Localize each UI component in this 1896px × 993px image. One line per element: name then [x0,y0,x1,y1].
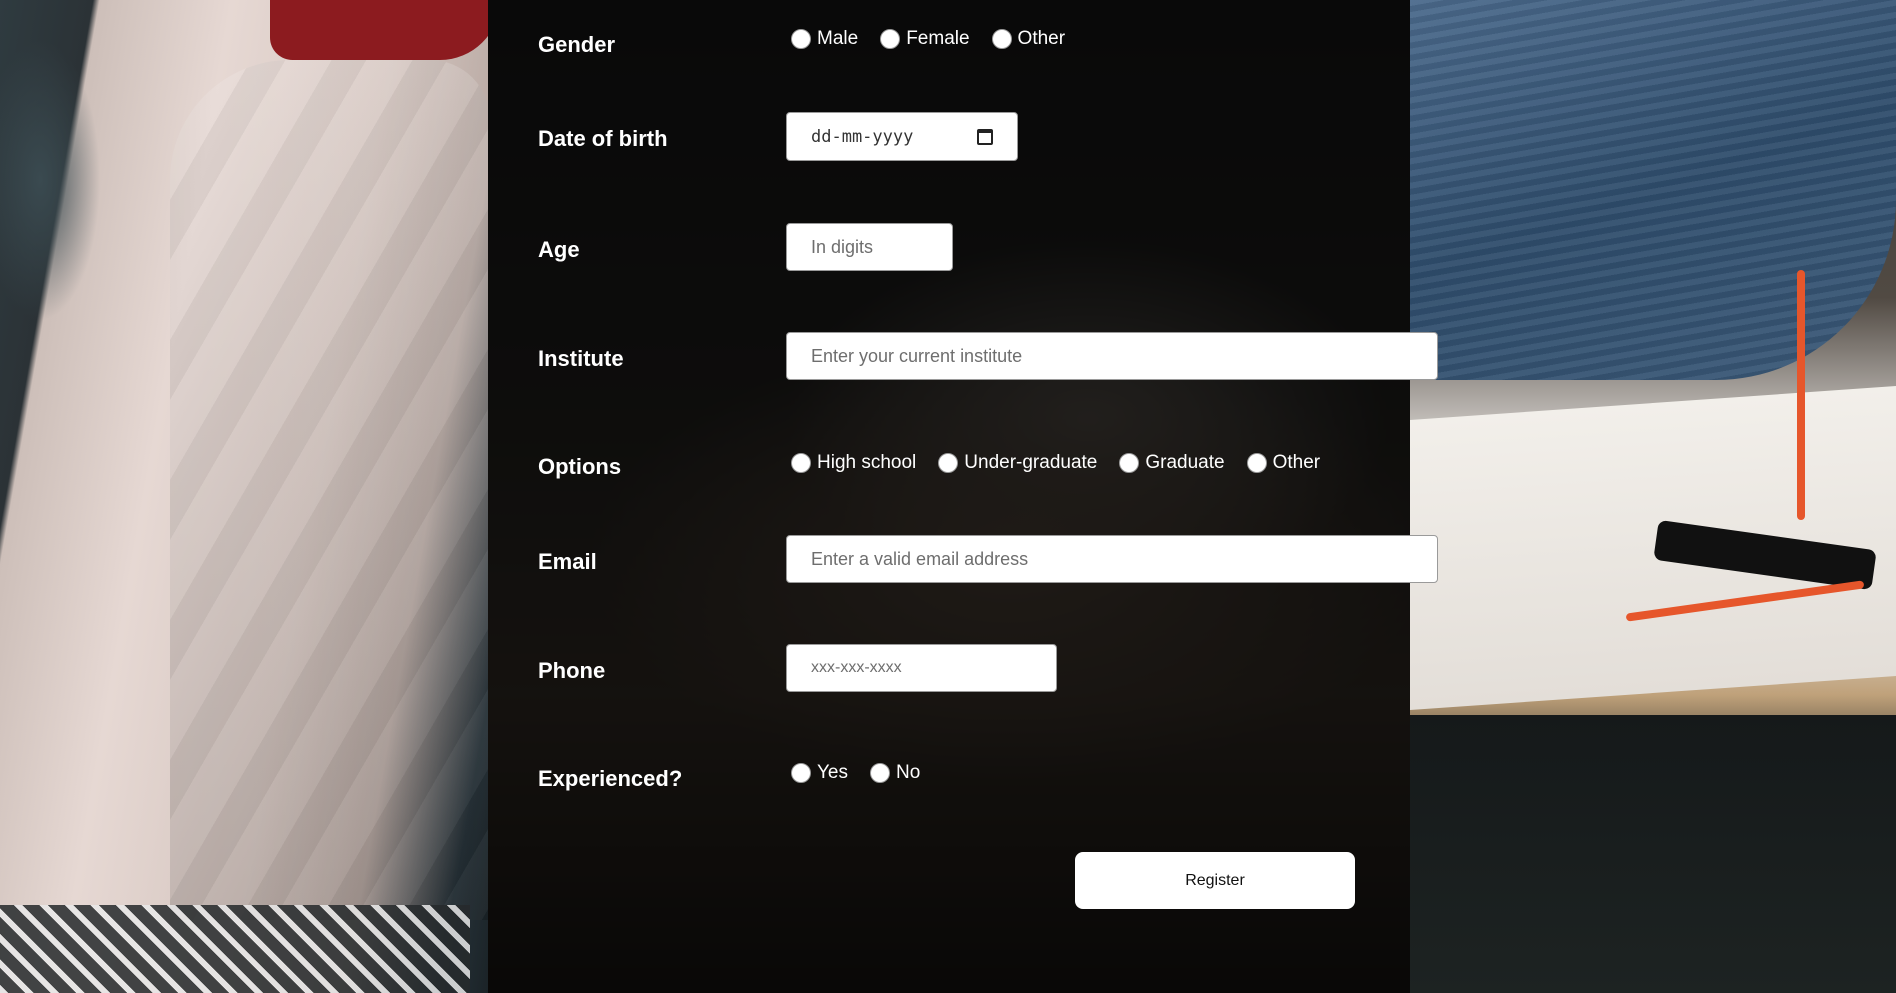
gender-radio-group: Male Female Other [791,28,1087,50]
radio-button[interactable] [880,29,901,49]
education-radio-group: High school Under-graduate Graduate Othe… [791,452,1342,474]
options-label: Options [538,454,622,479]
phone-row: Phone [538,644,1378,692]
background-pencil-upright [1797,270,1805,520]
radio-label: Other [1017,28,1066,49]
calendar-icon[interactable] [977,128,993,145]
background-sweater [0,905,470,993]
phone-input[interactable] [786,644,1057,692]
radio-button[interactable] [991,29,1012,49]
experienced-radio-group: Yes No [791,762,942,784]
phone-label: Phone [538,658,606,683]
radio-button[interactable] [791,29,811,49]
option-high-school[interactable]: High school [791,452,916,474]
dob-placeholder: dd-mm-yyyy [811,126,914,147]
experienced-option-yes[interactable]: Yes [791,762,848,784]
radio-button[interactable] [791,763,811,783]
gender-row: Gender Male Female Other [538,20,1378,68]
email-row: Email [538,535,1438,583]
gender-option-other[interactable]: Other [991,28,1066,50]
radio-label: Female [906,28,970,49]
dob-label: Date of birth [538,126,668,151]
background-table-edge [1410,715,1896,993]
radio-button[interactable] [938,453,959,473]
option-under-graduate[interactable]: Under-graduate [938,452,1097,474]
radio-label: No [896,762,921,783]
institute-label: Institute [538,346,624,371]
age-row: Age [538,223,1378,271]
radio-button[interactable] [1246,453,1267,473]
gender-option-female[interactable]: Female [880,28,970,50]
radio-label: Under-graduate [964,452,1098,473]
radio-button[interactable] [1119,453,1140,473]
age-input[interactable] [786,223,953,271]
radio-button[interactable] [791,453,811,473]
background-shirt [170,60,490,920]
registration-form: Gender Male Female Other Date of birth d… [488,0,1438,993]
options-row: Options High school Under-graduate Gradu… [538,452,1378,500]
gender-option-male[interactable]: Male [791,28,858,50]
radio-label: High school [817,452,917,473]
email-label: Email [538,549,597,574]
dob-input[interactable]: dd-mm-yyyy [786,112,1018,161]
radio-label: Other [1272,452,1321,473]
experienced-row: Experienced? Yes No [538,762,1378,810]
age-label: Age [538,237,580,262]
gender-label: Gender [538,32,616,57]
background-scarf [270,0,500,60]
experienced-label: Experienced? [538,766,683,791]
background-jeans [1410,0,1896,380]
experienced-option-no[interactable]: No [870,762,920,784]
option-other[interactable]: Other [1246,452,1321,474]
dob-row: Date of birth dd-mm-yyyy [538,112,1378,161]
institute-row: Institute [538,332,1438,380]
institute-input[interactable] [786,332,1438,380]
radio-label: Male [817,28,859,49]
email-input[interactable] [786,535,1438,583]
radio-label: Yes [817,762,848,783]
form-panel: Gender Male Female Other Date of birth d… [488,0,1438,993]
register-button[interactable]: Register [1075,852,1355,909]
radio-label: Graduate [1145,452,1225,473]
option-graduate[interactable]: Graduate [1119,452,1225,474]
radio-button[interactable] [870,763,890,783]
